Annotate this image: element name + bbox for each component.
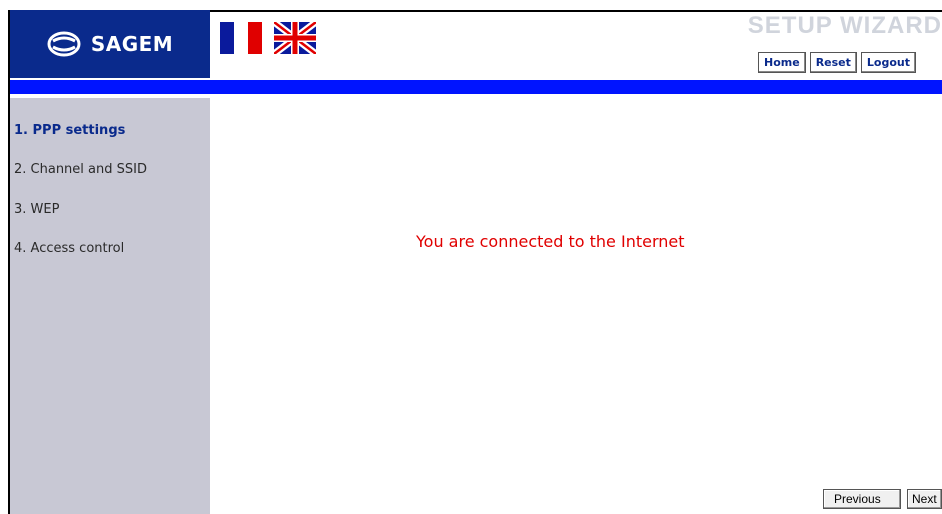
- sidebar-item-ppp-settings[interactable]: 1. PPP settings: [14, 123, 125, 138]
- header-blue-bar: [10, 80, 942, 94]
- sidebar: 1. PPP settings 2. Channel and SSID 3. W…: [10, 98, 210, 514]
- reset-button[interactable]: Reset: [809, 52, 857, 73]
- sagem-swirl-icon: [47, 31, 81, 57]
- french-flag-icon[interactable]: [220, 22, 262, 54]
- next-button[interactable]: Next: [907, 489, 942, 509]
- previous-button[interactable]: Previous: [823, 489, 901, 509]
- setup-wizard-title: SETUP WIZARD: [747, 12, 942, 39]
- sidebar-item-access-control[interactable]: 4. Access control: [14, 241, 124, 256]
- language-selector: [220, 22, 316, 54]
- brand-name: SAGEM: [90, 32, 174, 56]
- uk-flag-icon[interactable]: [274, 22, 316, 54]
- sidebar-item-wep[interactable]: 3. WEP: [14, 202, 59, 217]
- logout-button[interactable]: Logout: [860, 52, 916, 73]
- connection-status-message: You are connected to the Internet: [416, 232, 685, 251]
- sidebar-item-channel-ssid[interactable]: 2. Channel and SSID: [14, 162, 147, 177]
- home-button[interactable]: Home: [758, 52, 806, 73]
- sagem-logo: SAGEM: [10, 10, 210, 78]
- top-nav-buttons: Home Reset Logout: [758, 52, 916, 73]
